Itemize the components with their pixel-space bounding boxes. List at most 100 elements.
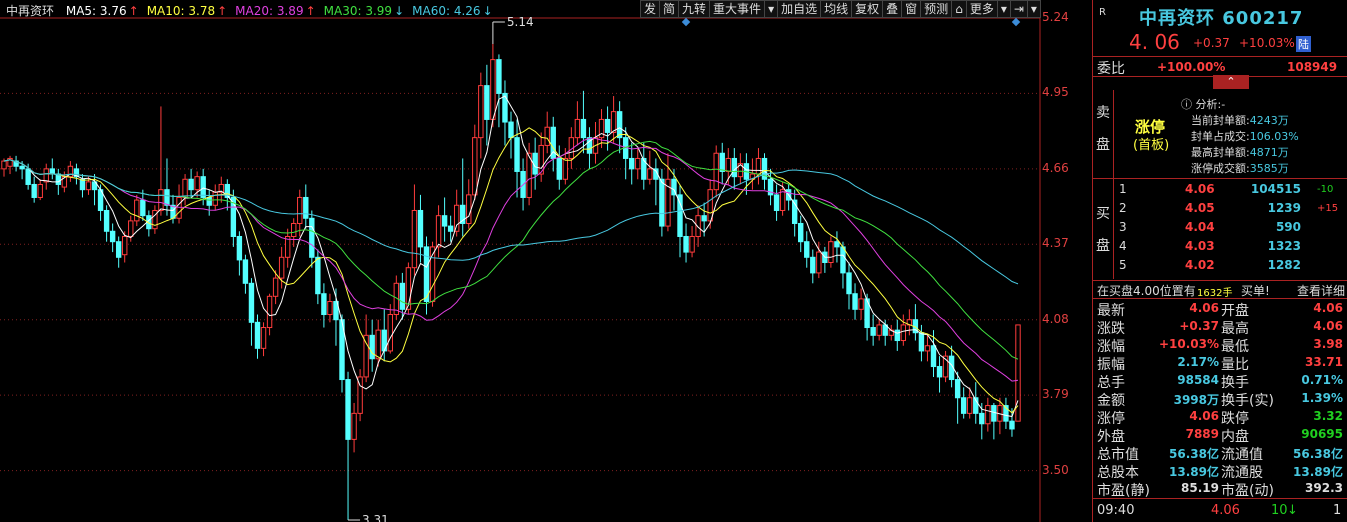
candle-body [683,235,689,253]
toolbar-button[interactable]: ⌂ [952,0,967,18]
toolbar-button[interactable]: 窗 [902,0,922,18]
collapse-toggle-icon[interactable]: ⌃ [1213,75,1249,89]
analysis-label: 封单占成交: [1191,130,1250,143]
candle-body [321,293,327,316]
candle-body [985,405,991,425]
bid-chg: +15 [1317,203,1339,214]
bid-price: 4.06 [1185,182,1215,196]
stat-value: 1.39% [1301,391,1343,405]
price-change-pct: +10.03% [1239,36,1295,50]
candle-body [828,241,834,263]
ma-legend-item: MA20: 3.89 [235,4,304,18]
weibi-label: 委比 [1097,61,1125,77]
toolbar-button[interactable]: ⇥ [1010,0,1028,18]
candle-body [43,168,49,183]
toolbar-button[interactable]: 加自选 [778,0,822,18]
candle-body [580,118,587,139]
toolbar-button[interactable]: 重大事件 [710,0,766,18]
candle-body [115,241,122,258]
candle-body [478,85,484,139]
candle-body [556,157,562,180]
y-axis-label: 4.37 [1042,236,1069,251]
limit-up-sub: (首板) [1133,138,1170,153]
bid-price: 4.05 [1185,201,1215,215]
kline-chart-area[interactable]: 5.14 3.31 中再资环 MA5: 3.76 ↑ MA10: 3.78 ↑ MA20:… [0,0,1090,522]
candle-body [635,157,641,170]
candle-body [508,121,514,139]
stat-value: 3.98 [1313,337,1343,351]
candle-body [846,272,852,295]
candle-body [954,379,961,399]
candle-body [140,199,146,217]
kline-chart[interactable]: 5.14 3.31 [0,0,1090,522]
toolbar-button[interactable]: 复权 [852,0,884,18]
event-marker-icon [1011,17,1021,27]
candle-body [834,241,840,248]
candle-body [472,137,478,196]
toolbar-button[interactable]: 均线 [821,0,853,18]
stock-title: 中再资环 600217 [1139,4,1303,30]
buy-side: 买 盘 [1093,179,1114,279]
candle-body [840,246,846,274]
analysis-row: 封单占成交:106.03% [1191,128,1299,144]
analysis-value: 4243万 [1249,114,1289,127]
candle-body [453,204,460,232]
candle-body [713,152,719,191]
buyline-text: 在买盘4.00位置有 [1097,284,1196,298]
analysis-label: 涨停成交额: [1191,162,1250,175]
weibi-value: 108949 [1287,60,1338,74]
candle-body [200,176,206,198]
bid-vol: 1323 [1267,239,1301,253]
tick-n: 1 [1333,503,1342,518]
toolbar-button[interactable]: ▾ [765,0,779,18]
candle-body [303,196,309,219]
high-annotation: 5.14 [507,15,534,29]
toolbar-button[interactable]: ▾ [1027,0,1041,18]
candle-body [266,295,273,329]
analysis-value: 3585万 [1249,162,1289,175]
candle-body [345,379,351,440]
info-icon: ⓘ [1181,98,1196,111]
bid-vol: 1282 [1267,258,1301,272]
toolbar-button[interactable]: 简 [660,0,680,18]
stat-label: 涨幅 [1097,339,1125,355]
candle-body [979,412,985,425]
stat-label: 内盘 [1221,429,1249,445]
divider [1093,280,1347,281]
toolbar-button[interactable]: 更多 [966,0,998,18]
stock-name: 中再资环 [1139,8,1215,29]
candle-body [297,196,303,224]
candle-body [779,189,786,211]
buy-label: 买 [1096,206,1110,222]
stat-label: 涨跌 [1097,321,1125,337]
candle-body [260,327,267,349]
divider [1093,498,1347,499]
stat-value: 98584 [1177,373,1219,387]
candle-body [25,168,31,185]
candle-body [109,230,116,243]
y-axis-label: 4.95 [1042,85,1069,100]
candle-body [122,235,128,256]
candle-body [1009,420,1015,430]
toolbar-button[interactable]: 预测 [921,0,953,18]
toolbar-button[interactable]: 九转 [679,0,711,18]
divider [1093,298,1347,299]
analysis-row: 涨停成交额:3585万 [1191,160,1289,176]
candle-body [399,282,406,310]
candle-body [363,334,369,378]
candle-body [719,152,725,172]
toolbar-button[interactable]: 发 [640,0,661,18]
candle-body [447,225,454,232]
toolbar-button[interactable]: ▾ [997,0,1011,18]
candle-body [496,59,502,94]
candle-body [291,222,297,237]
candle-body [574,118,581,139]
stat-value: +10.03% [1158,337,1219,351]
stat-value: 56.38亿 [1293,447,1343,461]
divider [1093,178,1347,179]
view-detail-link[interactable]: 查看详细 [1297,282,1345,299]
y-axis-label: 3.50 [1042,462,1069,477]
candle-body [423,246,430,303]
tick-time: 09:40 [1097,503,1135,518]
toolbar-button[interactable]: 叠 [883,0,903,18]
